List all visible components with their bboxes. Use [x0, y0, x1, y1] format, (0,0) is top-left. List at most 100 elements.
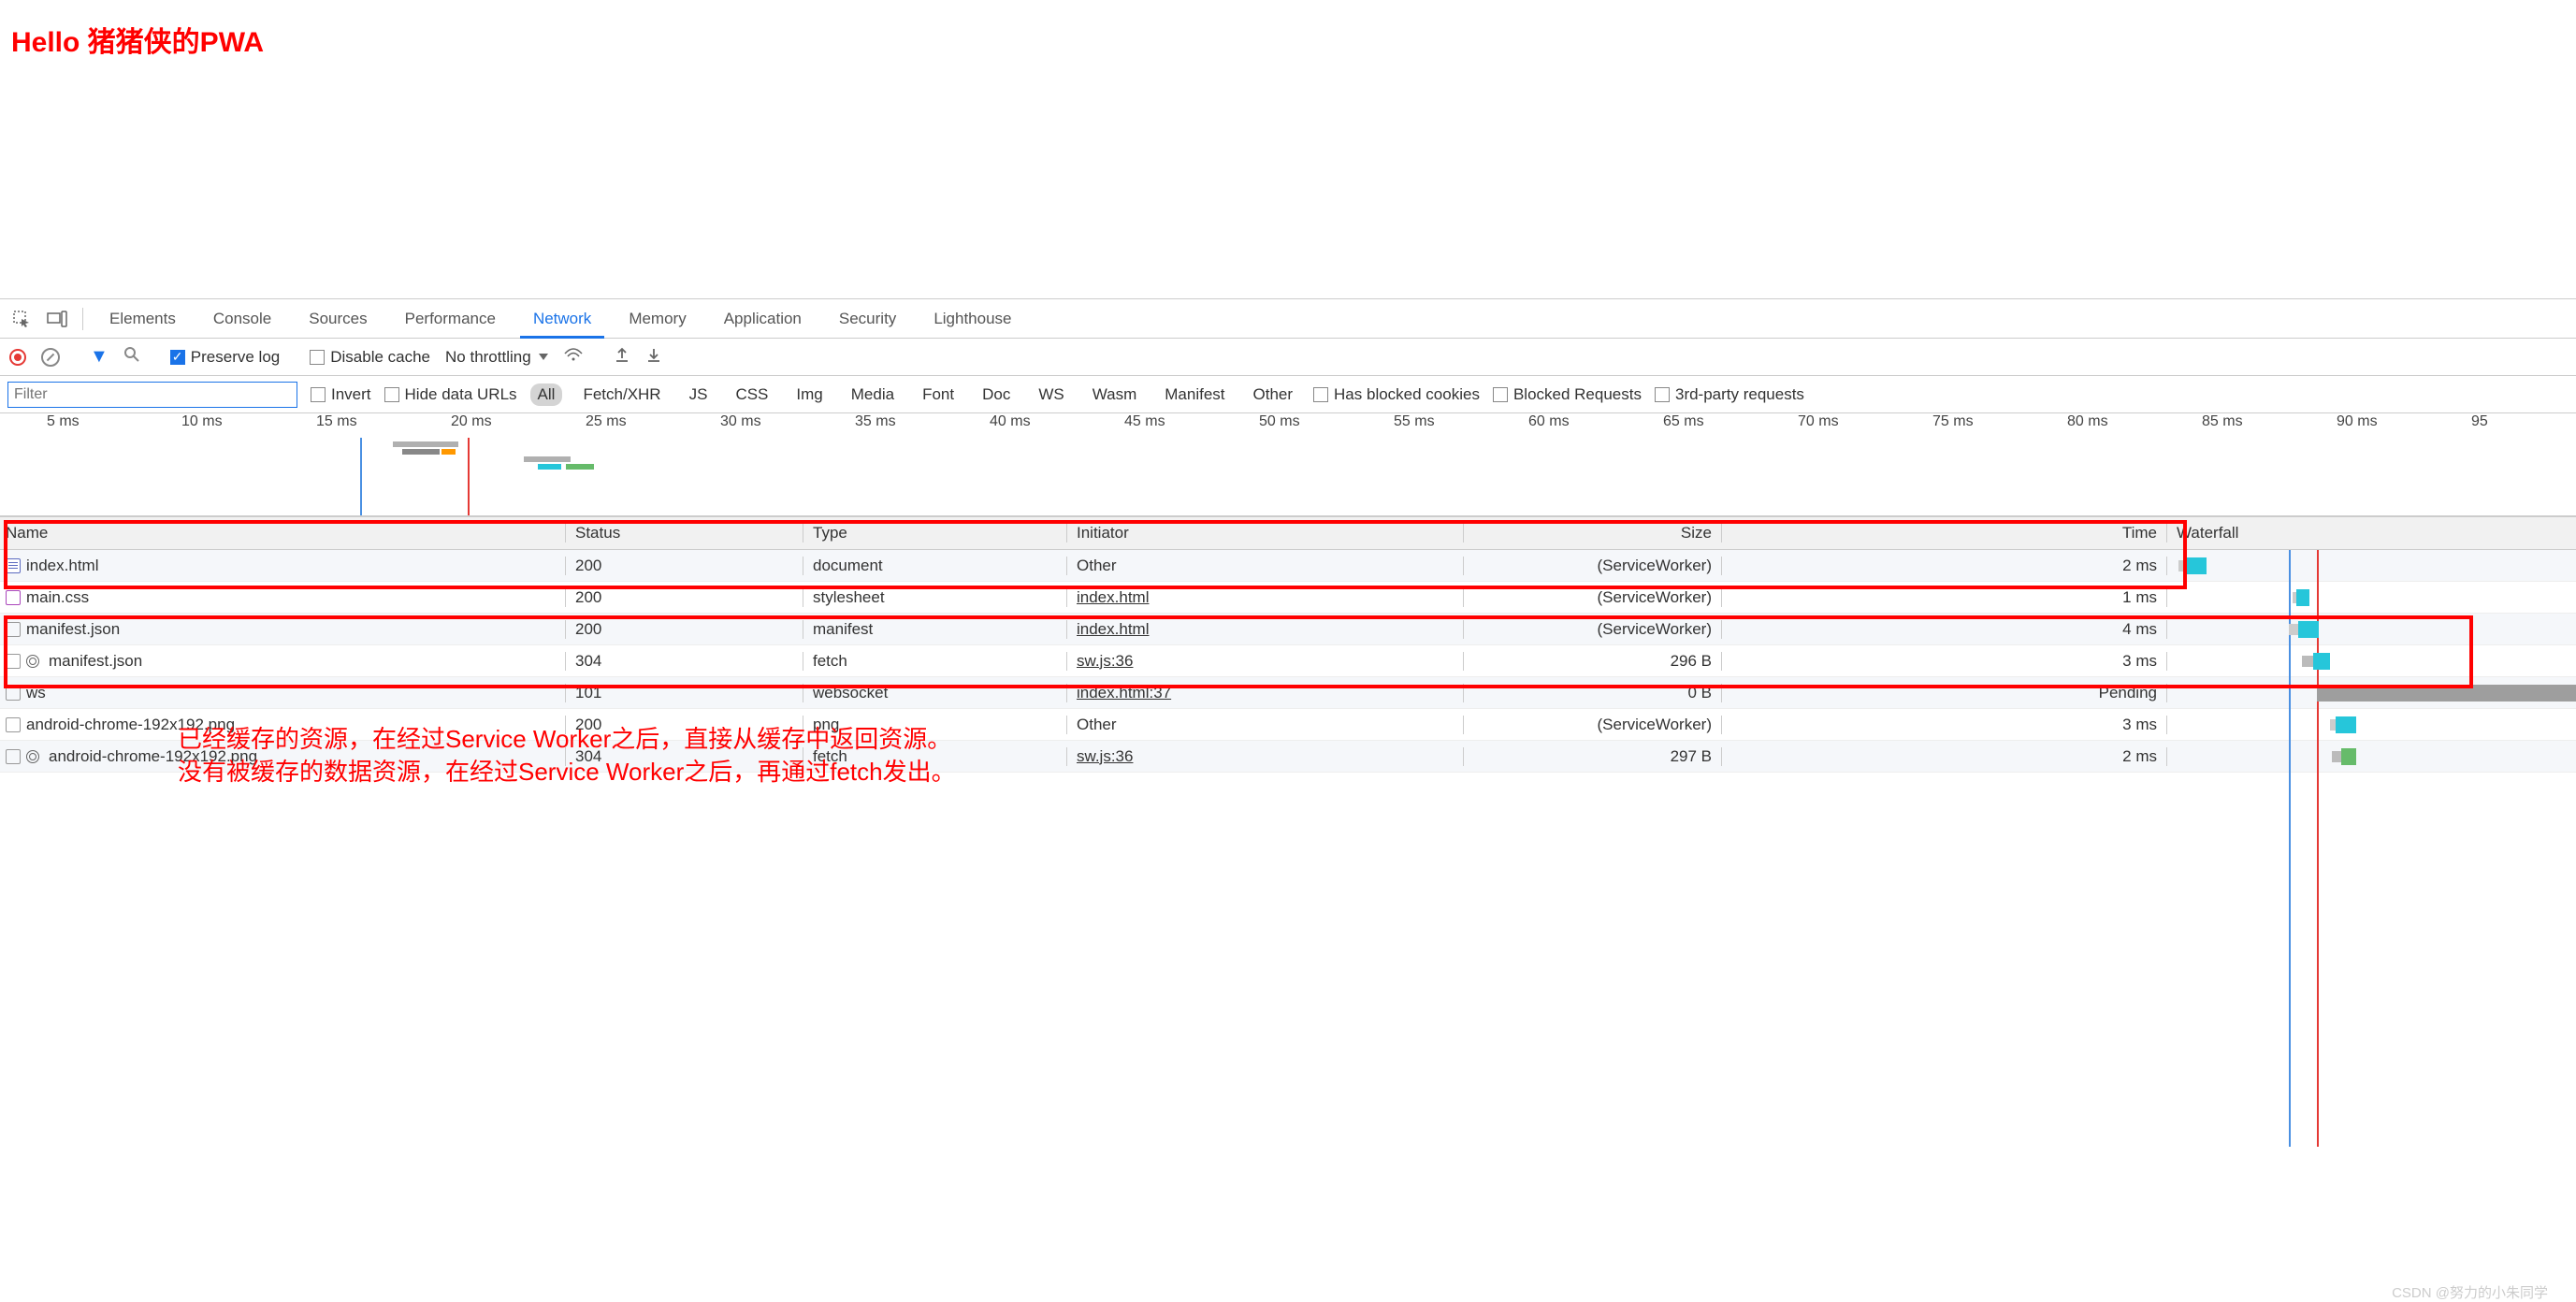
request-name: manifest.json — [26, 620, 120, 639]
devtools-panel: Elements Console Sources Performance Net… — [0, 298, 2576, 773]
download-har-icon[interactable] — [645, 346, 662, 368]
inspect-icon[interactable] — [9, 307, 34, 331]
device-toggle-icon[interactable] — [45, 307, 69, 331]
request-time: 3 ms — [1722, 716, 2167, 734]
timeline-tick: 75 ms — [1932, 413, 1974, 430]
table-row[interactable]: manifest.json 200 manifest index.html (S… — [0, 614, 2576, 645]
disable-cache-checkbox[interactable]: Disable cache — [310, 348, 430, 367]
column-waterfall[interactable]: Waterfall — [2167, 524, 2576, 542]
request-name: main.css — [26, 588, 89, 607]
column-time[interactable]: Time — [1722, 524, 2167, 542]
annotation-text-2: 没有被缓存的数据资源，在经过Service Worker之后，再通过fetch发… — [178, 753, 956, 788]
tab-security[interactable]: Security — [826, 299, 909, 339]
upload-har-icon[interactable] — [614, 346, 630, 368]
request-size: 0 B — [1464, 684, 1722, 702]
tab-memory[interactable]: Memory — [615, 299, 699, 339]
waterfall-cell — [2167, 582, 2576, 613]
search-icon[interactable] — [123, 346, 140, 368]
column-status[interactable]: Status — [566, 524, 803, 542]
file-icon — [6, 717, 21, 732]
tab-application[interactable]: Application — [711, 299, 815, 339]
column-type[interactable]: Type — [803, 524, 1067, 542]
request-initiator[interactable]: index.html:37 — [1077, 684, 1171, 702]
tab-network[interactable]: Network — [520, 299, 604, 339]
filter-chip-media[interactable]: Media — [844, 383, 902, 406]
invert-checkbox[interactable]: Invert — [311, 385, 371, 404]
tab-sources[interactable]: Sources — [296, 299, 380, 339]
filter-chip-img[interactable]: Img — [789, 383, 830, 406]
timeline-tick: 70 ms — [1798, 413, 1839, 430]
timeline-tick: 45 ms — [1124, 413, 1165, 430]
record-button[interactable] — [9, 349, 26, 366]
filter-toggle-icon[interactable]: ▼ — [90, 346, 109, 368]
tab-elements[interactable]: Elements — [96, 299, 189, 339]
request-size: 296 B — [1464, 652, 1722, 671]
table-row[interactable]: manifest.json 304 fetch sw.js:36 296 B 3… — [0, 645, 2576, 677]
gear-icon — [26, 750, 39, 763]
timeline-tick: 80 ms — [2067, 413, 2108, 430]
request-size: (ServiceWorker) — [1464, 588, 1722, 607]
filter-chip-js[interactable]: JS — [682, 383, 716, 406]
blocked-requests-checkbox[interactable]: Blocked Requests — [1493, 385, 1642, 404]
preserve-log-checkbox[interactable]: Preserve log — [170, 348, 280, 367]
table-row[interactable]: ws 101 websocket index.html:37 0 B Pendi… — [0, 677, 2576, 709]
request-type: websocket — [803, 684, 1067, 702]
request-type: stylesheet — [803, 588, 1067, 607]
filter-input[interactable] — [7, 382, 297, 408]
waterfall-cell — [2167, 677, 2576, 708]
request-name: manifest.json — [49, 652, 142, 671]
request-initiator[interactable]: index.html — [1077, 620, 1149, 638]
filter-chip-other[interactable]: Other — [1246, 383, 1301, 406]
filter-chip-font[interactable]: Font — [915, 383, 962, 406]
timeline-tick: 65 ms — [1663, 413, 1704, 430]
request-time: 3 ms — [1722, 652, 2167, 671]
filter-chip-manifest[interactable]: Manifest — [1157, 383, 1232, 406]
devtools-tabs: Elements Console Sources Performance Net… — [0, 299, 2576, 339]
timeline-tick: 10 ms — [181, 413, 223, 430]
timeline-tick: 35 ms — [855, 413, 896, 430]
annotation-text-1: 已经缓存的资源，在经过Service Worker之后，直接从缓存中返回资源。 — [178, 720, 951, 755]
timeline-tick: 15 ms — [316, 413, 357, 430]
tab-lighthouse[interactable]: Lighthouse — [920, 299, 1024, 339]
file-icon — [6, 654, 21, 669]
filter-chip-doc[interactable]: Doc — [975, 383, 1018, 406]
filter-bar: Invert Hide data URLs All Fetch/XHR JS C… — [0, 376, 2576, 413]
request-initiator[interactable]: sw.js:36 — [1077, 747, 1133, 765]
waterfall-cell — [2167, 645, 2576, 676]
network-conditions-icon[interactable] — [563, 346, 584, 368]
column-name[interactable]: Name — [0, 524, 566, 542]
waterfall-cell — [2167, 550, 2576, 581]
timeline-tick: 90 ms — [2337, 413, 2378, 430]
filter-chip-fetch-xhr[interactable]: Fetch/XHR — [575, 383, 668, 406]
filter-chip-all[interactable]: All — [530, 383, 563, 406]
tab-console[interactable]: Console — [200, 299, 284, 339]
timeline-tick: 5 ms — [47, 413, 80, 430]
third-party-checkbox[interactable]: 3rd-party requests — [1655, 385, 1804, 404]
clear-button[interactable] — [41, 348, 60, 367]
column-initiator[interactable]: Initiator — [1067, 524, 1464, 542]
tab-performance[interactable]: Performance — [392, 299, 509, 339]
filter-chip-ws[interactable]: WS — [1031, 383, 1071, 406]
hide-data-urls-checkbox[interactable]: Hide data URLs — [384, 385, 517, 404]
filter-chip-css[interactable]: CSS — [728, 383, 775, 406]
filter-chip-wasm[interactable]: Wasm — [1085, 383, 1145, 406]
timeline-tick: 40 ms — [990, 413, 1031, 430]
file-icon — [6, 686, 21, 701]
watermark: CSDN @努力的小朱同学 — [2392, 1282, 2548, 1302]
table-row[interactable]: index.html 200 document Other (ServiceWo… — [0, 550, 2576, 582]
request-size: (ServiceWorker) — [1464, 716, 1722, 734]
waterfall-cell — [2167, 614, 2576, 644]
request-name: index.html — [26, 557, 98, 575]
request-status: 200 — [566, 557, 803, 575]
timeline-overview[interactable]: 5 ms10 ms15 ms20 ms25 ms30 ms35 ms40 ms4… — [0, 413, 2576, 516]
timeline-tick: 60 ms — [1528, 413, 1570, 430]
table-row[interactable]: main.css 200 stylesheet index.html (Serv… — [0, 582, 2576, 614]
request-initiator[interactable]: index.html — [1077, 588, 1149, 606]
has-blocked-cookies-checkbox[interactable]: Has blocked cookies — [1313, 385, 1480, 404]
request-size: (ServiceWorker) — [1464, 620, 1722, 639]
throttling-select[interactable]: No throttling — [445, 348, 548, 367]
request-initiator[interactable]: sw.js:36 — [1077, 652, 1133, 670]
column-size[interactable]: Size — [1464, 524, 1722, 542]
request-initiator: Other — [1077, 716, 1117, 733]
timeline-tick: 20 ms — [451, 413, 492, 430]
